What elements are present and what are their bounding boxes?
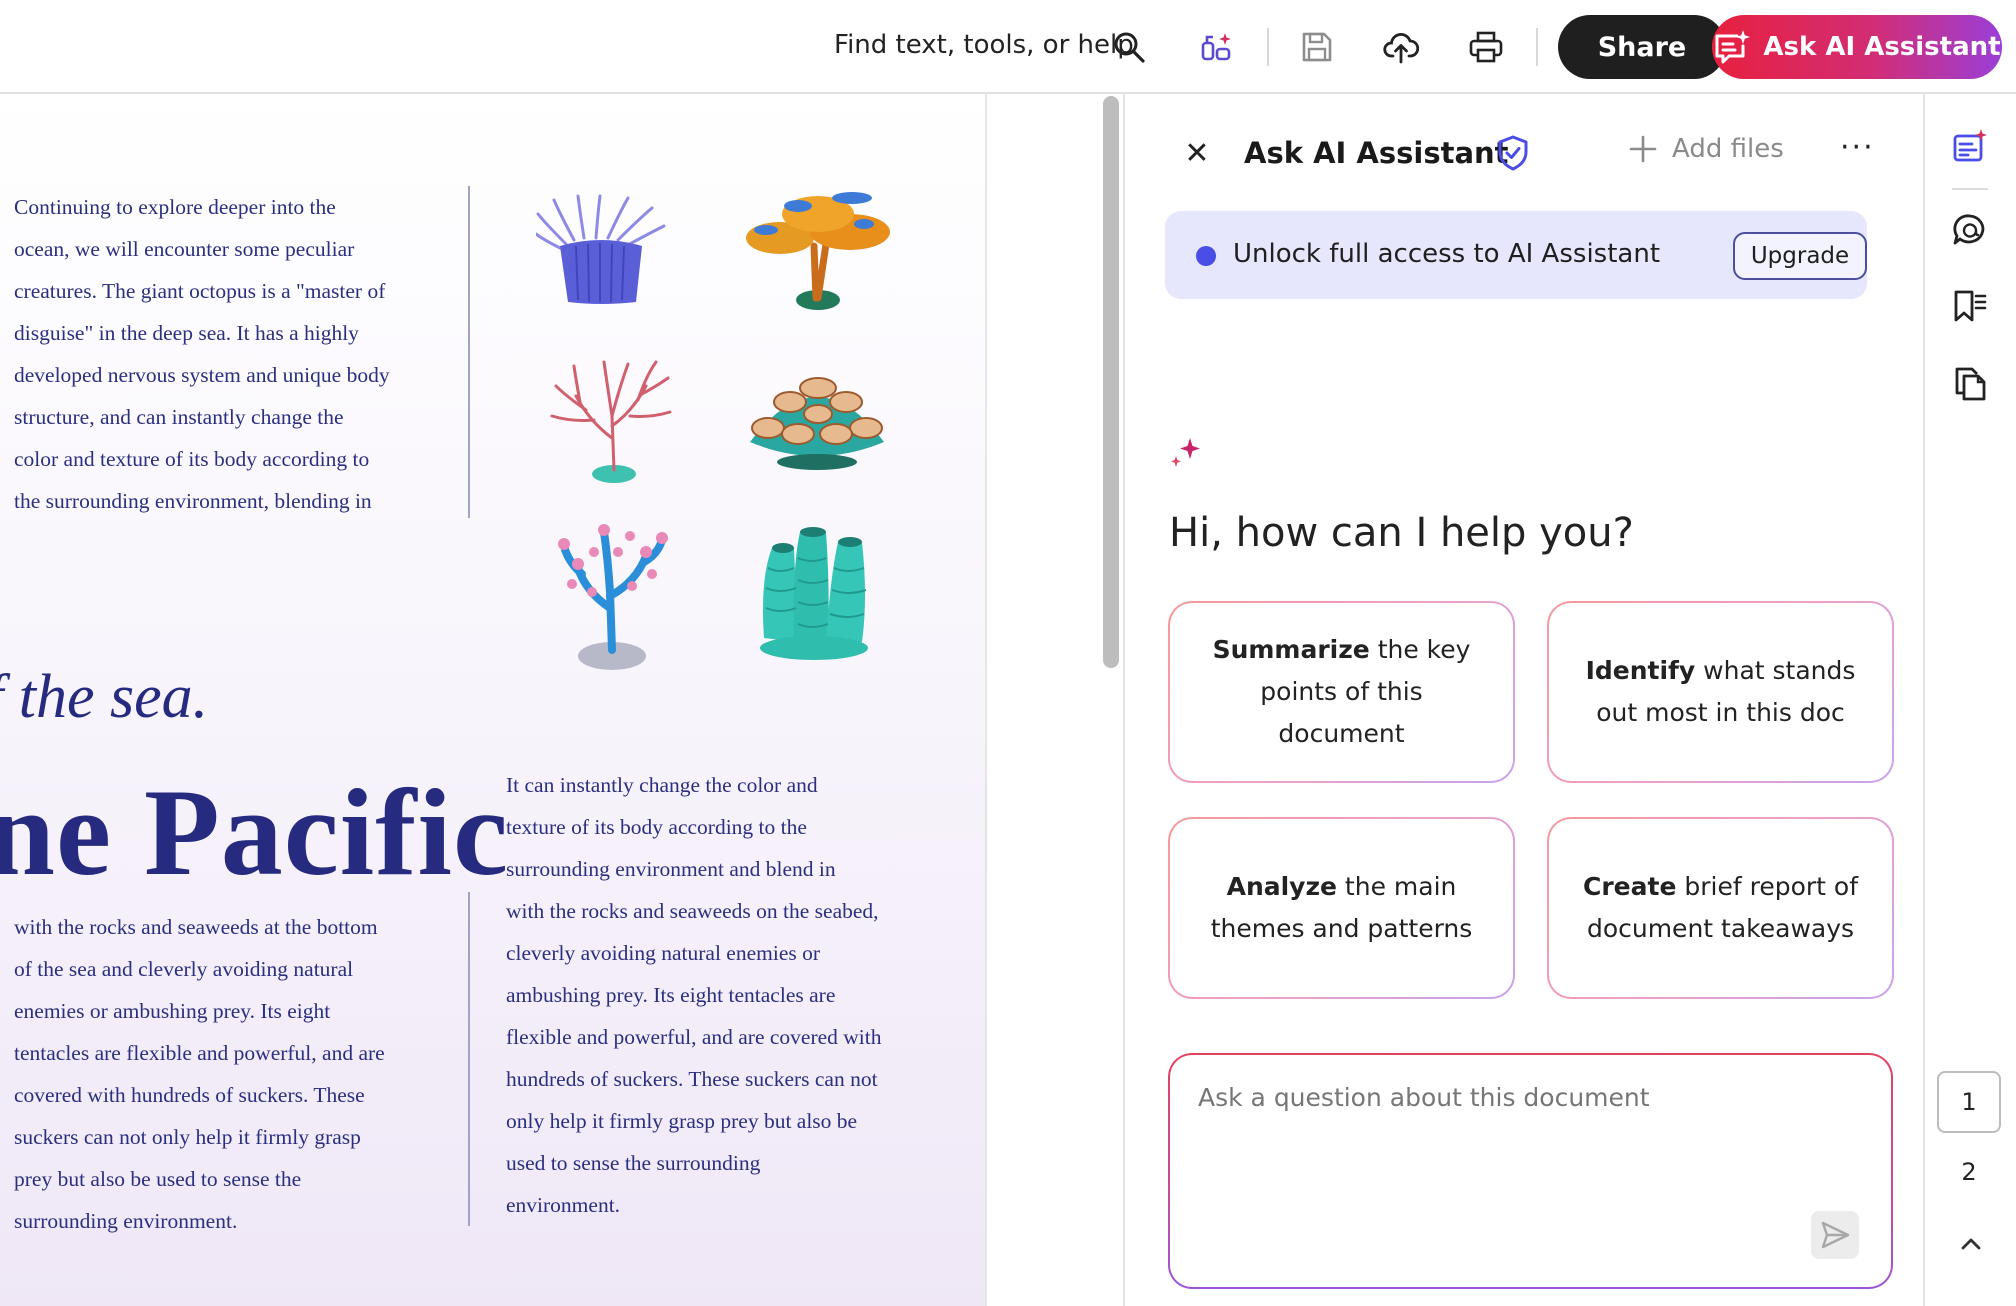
text-line: covered with hundreds of suckers. These (14, 1083, 365, 1107)
doc-heading-bold: ne Pacific (0, 764, 510, 901)
close-icon[interactable]: ✕ (1180, 133, 1214, 173)
text-line: suckers can not only help it firmly gras… (14, 1125, 361, 1149)
cup-coral-image (750, 377, 884, 470)
prompt-verb: Create (1583, 872, 1677, 901)
prompt-text: themes and patterns (1210, 914, 1473, 943)
text-line: It can instantly change the color and (506, 773, 818, 797)
upgrade-button[interactable]: Upgrade (1733, 232, 1867, 280)
upload-cloud-icon[interactable] (1378, 24, 1424, 70)
prompt-verb: Summarize (1212, 635, 1370, 664)
add-files-button[interactable]: Add files (1628, 134, 1784, 164)
panel-title: Ask AI Assistant (1244, 136, 1509, 170)
text-line: cleverly avoiding natural enemies or (506, 941, 821, 965)
question-input-placeholder: Ask a question about this document (1198, 1083, 1650, 1112)
column-divider (468, 186, 470, 518)
rail-divider (1952, 188, 1988, 190)
sparkle-icon (1171, 438, 1200, 467)
text-line: of the sea and cleverly avoiding natural (14, 957, 354, 981)
prompt-text: the main (1336, 872, 1457, 901)
text-line: prey but also be used to sense the (14, 1167, 302, 1191)
text-line: only help it firmly grasp prey but also … (506, 1109, 858, 1133)
text-line: enemies or ambushing prey. Its eight (14, 999, 331, 1023)
toolbar-divider (1267, 28, 1269, 66)
column-divider (468, 892, 470, 1226)
text-line: disguise" in the deep sea. It has a high… (14, 321, 359, 345)
pages-icon[interactable] (1950, 364, 1990, 404)
text-line: ocean, we will encounter some peculiar (14, 237, 355, 261)
prompt-verb: Analyze (1226, 872, 1337, 901)
unlock-banner-text: Unlock full access to AI Assistant (1233, 239, 1661, 269)
document-page: Continuing to explore deeper into the oc… (0, 94, 985, 1306)
prompt-card-analyze[interactable]: Analyze the main themes and patterns (1168, 817, 1515, 999)
tube-sponge-image (760, 527, 868, 660)
document-scrollbar[interactable] (1103, 96, 1119, 668)
text-line: texture of its body according to the (506, 815, 807, 839)
orange-coral-image (746, 192, 890, 310)
toolbar-divider (1536, 28, 1538, 66)
prompt-text: brief report of (1676, 872, 1858, 901)
text-line: with the rocks and seaweeds on the seabe… (506, 899, 879, 923)
chevron-up-icon[interactable] (1951, 1228, 1991, 1260)
sea-anemone-image (536, 194, 666, 304)
doc-heading-italic: f the sea. (0, 663, 209, 731)
page-number-next[interactable]: 2 (1937, 1156, 2001, 1188)
text-line: creatures. The giant octopus is a "maste… (14, 279, 386, 303)
prompt-verb: Identify (1585, 656, 1696, 685)
text-line: color and texture of its body according … (14, 447, 370, 471)
prompt-card-summarize[interactable]: Summarize the key points of this documen… (1168, 601, 1515, 783)
comment-icon[interactable] (1950, 210, 1990, 250)
doc-column-2: It can instantly change the color and te… (506, 764, 976, 1226)
prompt-text: the key (1369, 635, 1471, 664)
blue-coral-image (558, 524, 668, 670)
add-files-label: Add files (1672, 134, 1784, 164)
ai-summary-icon[interactable] (1950, 126, 1990, 166)
save-icon[interactable] (1294, 24, 1340, 70)
text-line: tentacles are flexible and powerful, and… (14, 1041, 385, 1065)
text-line: with the rocks and seaweeds at the botto… (14, 915, 378, 939)
text-line: Continuing to explore deeper into the (14, 195, 336, 219)
doc-column-1-bottom: with the rocks and seaweeds at the botto… (14, 906, 454, 1242)
text-line: surrounding environment and blend in (506, 857, 836, 881)
text-line: structure, and can instantly change the (14, 405, 344, 429)
text-line: developed nervous system and unique body (14, 363, 390, 387)
text-line: the surrounding environment, blending in (14, 489, 372, 513)
text-line: flexible and powerful, and are covered w… (506, 1025, 882, 1049)
prompt-text: what stands (1695, 656, 1856, 685)
question-input[interactable]: Ask a question about this document (1168, 1053, 1893, 1289)
prompt-text: points of this document (1260, 677, 1423, 748)
text-line: used to sense the surrounding (506, 1151, 761, 1175)
bookmark-icon[interactable] (1950, 286, 1990, 326)
search-icon[interactable] (1106, 24, 1152, 70)
send-button[interactable] (1811, 1211, 1859, 1259)
page-number-current[interactable]: 1 (1937, 1071, 2001, 1133)
ai-assistant-icon (1715, 30, 1751, 64)
ask-ai-assistant-label: Ask AI Assistant (1763, 32, 2001, 62)
text-line: environment. (506, 1193, 621, 1217)
text-line: ambushing prey. Its eight tentacles are (506, 983, 836, 1007)
plus-icon (1629, 135, 1657, 163)
doc-column-1-top: Continuing to explore deeper into the oc… (14, 186, 434, 522)
share-button[interactable]: Share (1558, 15, 1726, 79)
status-dot (1196, 246, 1216, 266)
shield-check-icon[interactable] (1496, 134, 1530, 172)
text-line: surrounding environment. (14, 1209, 238, 1233)
prompt-text: document takeaways (1586, 914, 1855, 943)
find-text-label[interactable]: Find text, tools, or help (834, 30, 1134, 60)
prompt-card-identify[interactable]: Identify what stands out most in this do… (1547, 601, 1894, 783)
ai-tools-icon[interactable] (1194, 24, 1240, 70)
ask-ai-assistant-button[interactable]: Ask AI Assistant (1712, 15, 2002, 79)
print-icon[interactable] (1463, 24, 1509, 70)
red-coral-image (550, 360, 672, 483)
prompt-text: out most in this doc (1596, 698, 1845, 727)
prompt-card-create[interactable]: Create brief report of document takeaway… (1547, 817, 1894, 999)
greeting-heading: Hi, how can I help you? (1169, 510, 1634, 556)
more-options-icon[interactable]: ··· (1840, 130, 1875, 165)
send-icon (1821, 1221, 1850, 1249)
text-line: hundreds of suckers. These suckers can n… (506, 1067, 878, 1091)
